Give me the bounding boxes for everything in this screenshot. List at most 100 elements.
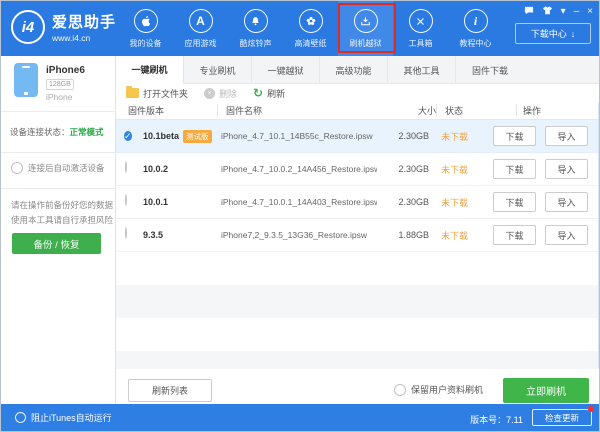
beta-badge: 测试版 — [183, 129, 212, 143]
download-button[interactable]: 下载 — [493, 225, 536, 245]
row-radio[interactable] — [125, 160, 127, 173]
delete-button[interactable]: × 删除 — [204, 87, 237, 100]
firmware-size: 2.30GB — [398, 131, 429, 141]
row-radio[interactable] — [125, 226, 127, 239]
col-firmware-version: 固件版本 — [128, 106, 165, 116]
apple-icon — [133, 9, 158, 33]
firmware-size: 1.88GB — [398, 230, 429, 240]
firmware-size: 2.30GB — [398, 197, 429, 207]
connection-status: 设备连接状态：正常模式 — [10, 127, 104, 137]
flash-now-button[interactable]: 立即刷机 — [503, 378, 589, 403]
auto-activate-radio[interactable] — [11, 162, 23, 174]
main-nav: 我的设备 A 应用游戏 酷炫铃声 高清壁纸 刷机越狱 工具箱 i 教程中心 — [118, 1, 503, 56]
col-size: 大小 — [417, 106, 436, 116]
tab-other-tools[interactable]: 其他工具 — [388, 56, 456, 84]
minimize-icon[interactable]: – — [574, 7, 580, 17]
backup-restore-button[interactable]: 备份 / 恢复 — [12, 233, 101, 254]
tutorial-info-icon: i — [463, 9, 488, 33]
nav-toolbox[interactable]: 工具箱 — [393, 1, 448, 56]
status-bar: 阻止iTunes自动运行 版本号：7.11 检查更新 — [1, 404, 599, 431]
refresh-icon: ↻ — [253, 86, 264, 100]
col-firmware-name: 固件名称 — [217, 104, 386, 117]
download-button[interactable]: 下载 — [493, 192, 536, 212]
bell-icon — [243, 9, 268, 33]
tab-one-click-jailbreak[interactable]: 一键越狱 — [252, 56, 320, 84]
wallpaper-icon — [298, 9, 323, 33]
import-button[interactable]: 导入 — [545, 126, 588, 146]
nav-ringtones[interactable]: 酷炫铃声 — [228, 1, 283, 56]
firmware-status: 未下载 — [441, 230, 469, 241]
download-button[interactable]: 下载 — [493, 159, 536, 179]
table-row[interactable]: ✓ 10.1beta 测试版 iPhone_4.7_10.1_14B55c_Re… — [116, 120, 599, 153]
table-header: 固件版本 固件名称 大小 状态 操作 — [116, 102, 599, 120]
check-update-button[interactable]: 检查更新 — [532, 409, 592, 426]
feedback-icon[interactable] — [524, 6, 534, 18]
version-label: 版本号：7.11 — [470, 415, 523, 425]
appstore-icon: A — [188, 9, 213, 33]
open-folder-button[interactable]: 打开文件夹 — [126, 86, 188, 100]
table-row[interactable]: 9.3.5 iPhone7,2_9.3.5_13G36_Restore.ipsw… — [116, 219, 599, 252]
logo-i4-icon: i4 — [11, 10, 45, 44]
app-title: 爱思助手 — [52, 14, 117, 31]
window-controls: ▾ – × — [524, 6, 593, 18]
update-notification-dot — [588, 406, 594, 412]
firmware-name: iPhone7,2_9.3.5_13G36_Restore.ipsw — [221, 230, 368, 240]
refresh-button[interactable]: ↻ 刷新 — [253, 87, 285, 100]
import-button[interactable]: 导入 — [545, 225, 588, 245]
firmware-table: ✓ 10.1beta 测试版 iPhone_4.7_10.1_14B55c_Re… — [116, 120, 599, 252]
theme-skin-icon[interactable] — [542, 6, 553, 18]
device-name: iPhone6 — [46, 65, 85, 76]
block-itunes-checkbox[interactable] — [15, 412, 26, 423]
device-capacity-badge: 128GB — [46, 79, 74, 90]
download-center-button[interactable]: 下载中心 ↓ — [515, 23, 591, 44]
app-logo: i4 爱思助手 www.i4.cn — [11, 10, 116, 44]
app-header: i4 爱思助手 www.i4.cn 我的设备 A 应用游戏 酷炫铃声 高清壁纸 … — [1, 1, 599, 56]
table-row[interactable]: 10.0.2 iPhone_4.7_10.0.2_14A456_Restore.… — [116, 153, 599, 186]
auto-activate-option: 连接后自动激活设备 — [11, 162, 105, 174]
sidebar: iPhone6 128GB iPhone 设备连接状态：正常模式 连接后自动激活… — [1, 56, 116, 406]
delete-icon: × — [204, 87, 216, 99]
close-icon[interactable]: × — [587, 7, 593, 17]
backup-warning-text: 请在操作前备份好您的数据 使用本工具请自行承担风险 — [11, 200, 114, 225]
download-arrow-icon: ↓ — [570, 28, 576, 39]
keep-user-data-radio[interactable] — [394, 383, 406, 396]
firmware-status: 未下载 — [441, 164, 469, 175]
folder-icon — [126, 86, 139, 98]
app-url: www.i4.cn — [52, 33, 91, 43]
firmware-size: 2.30GB — [398, 164, 429, 174]
menu-dropdown-icon[interactable]: ▾ — [561, 7, 566, 17]
import-button[interactable]: 导入 — [545, 192, 588, 212]
import-button[interactable]: 导入 — [545, 159, 588, 179]
tab-one-click-flash[interactable]: 一键刷机 — [116, 56, 184, 84]
tab-advanced[interactable]: 高级功能 — [320, 56, 388, 84]
firmware-name: iPhone_4.7_10.0.2_14A456_Restore.ipsw — [221, 164, 377, 174]
device-type: iPhone — [46, 92, 73, 102]
nav-flash-jailbreak[interactable]: 刷机越狱 — [338, 1, 393, 56]
flash-jailbreak-icon — [353, 9, 378, 33]
firmware-name: iPhone_4.7_10.1_14B55c_Restore.ipsw — [221, 131, 373, 141]
refresh-list-button[interactable]: 刷新列表 — [128, 379, 212, 402]
firmware-version: 10.0.2 — [143, 164, 169, 174]
nav-apps-games[interactable]: A 应用游戏 — [173, 1, 228, 56]
main-content: 一键刷机 专业刷机 一键越狱 高级功能 其他工具 固件下载 打开文件夹 × 删除… — [116, 56, 599, 406]
keep-user-data-option: 保留用户资料刷机 — [394, 383, 483, 396]
firmware-status: 未下载 — [441, 131, 469, 142]
download-button[interactable]: 下载 — [493, 126, 536, 146]
block-itunes-option: 阻止iTunes自动运行 — [15, 411, 112, 424]
firmware-status: 未下载 — [441, 197, 469, 208]
row-selected-check-icon[interactable]: ✓ — [124, 130, 132, 141]
firmware-toolbar: 打开文件夹 × 删除 ↻ 刷新 — [116, 84, 599, 102]
col-operation: 操作 — [516, 104, 599, 117]
nav-wallpapers[interactable]: 高清壁纸 — [283, 1, 338, 56]
iphone-device-icon — [14, 63, 38, 97]
tab-firmware-download[interactable]: 固件下载 — [456, 56, 524, 84]
status-badge: 正常模式 — [69, 127, 104, 137]
actions-bar: 刷新列表 保留用户资料刷机 立即刷机 — [116, 369, 599, 406]
tab-strip: 一键刷机 专业刷机 一键越狱 高级功能 其他工具 固件下载 — [116, 56, 599, 84]
table-row[interactable]: 10.0.1 iPhone_4.7_10.0.1_14A403_Restore.… — [116, 186, 599, 219]
firmware-version: 9.3.5 — [143, 230, 164, 240]
nav-my-devices[interactable]: 我的设备 — [118, 1, 173, 56]
tab-pro-flash[interactable]: 专业刷机 — [184, 56, 252, 84]
row-radio[interactable] — [125, 193, 127, 206]
nav-tutorials[interactable]: i 教程中心 — [448, 1, 503, 56]
